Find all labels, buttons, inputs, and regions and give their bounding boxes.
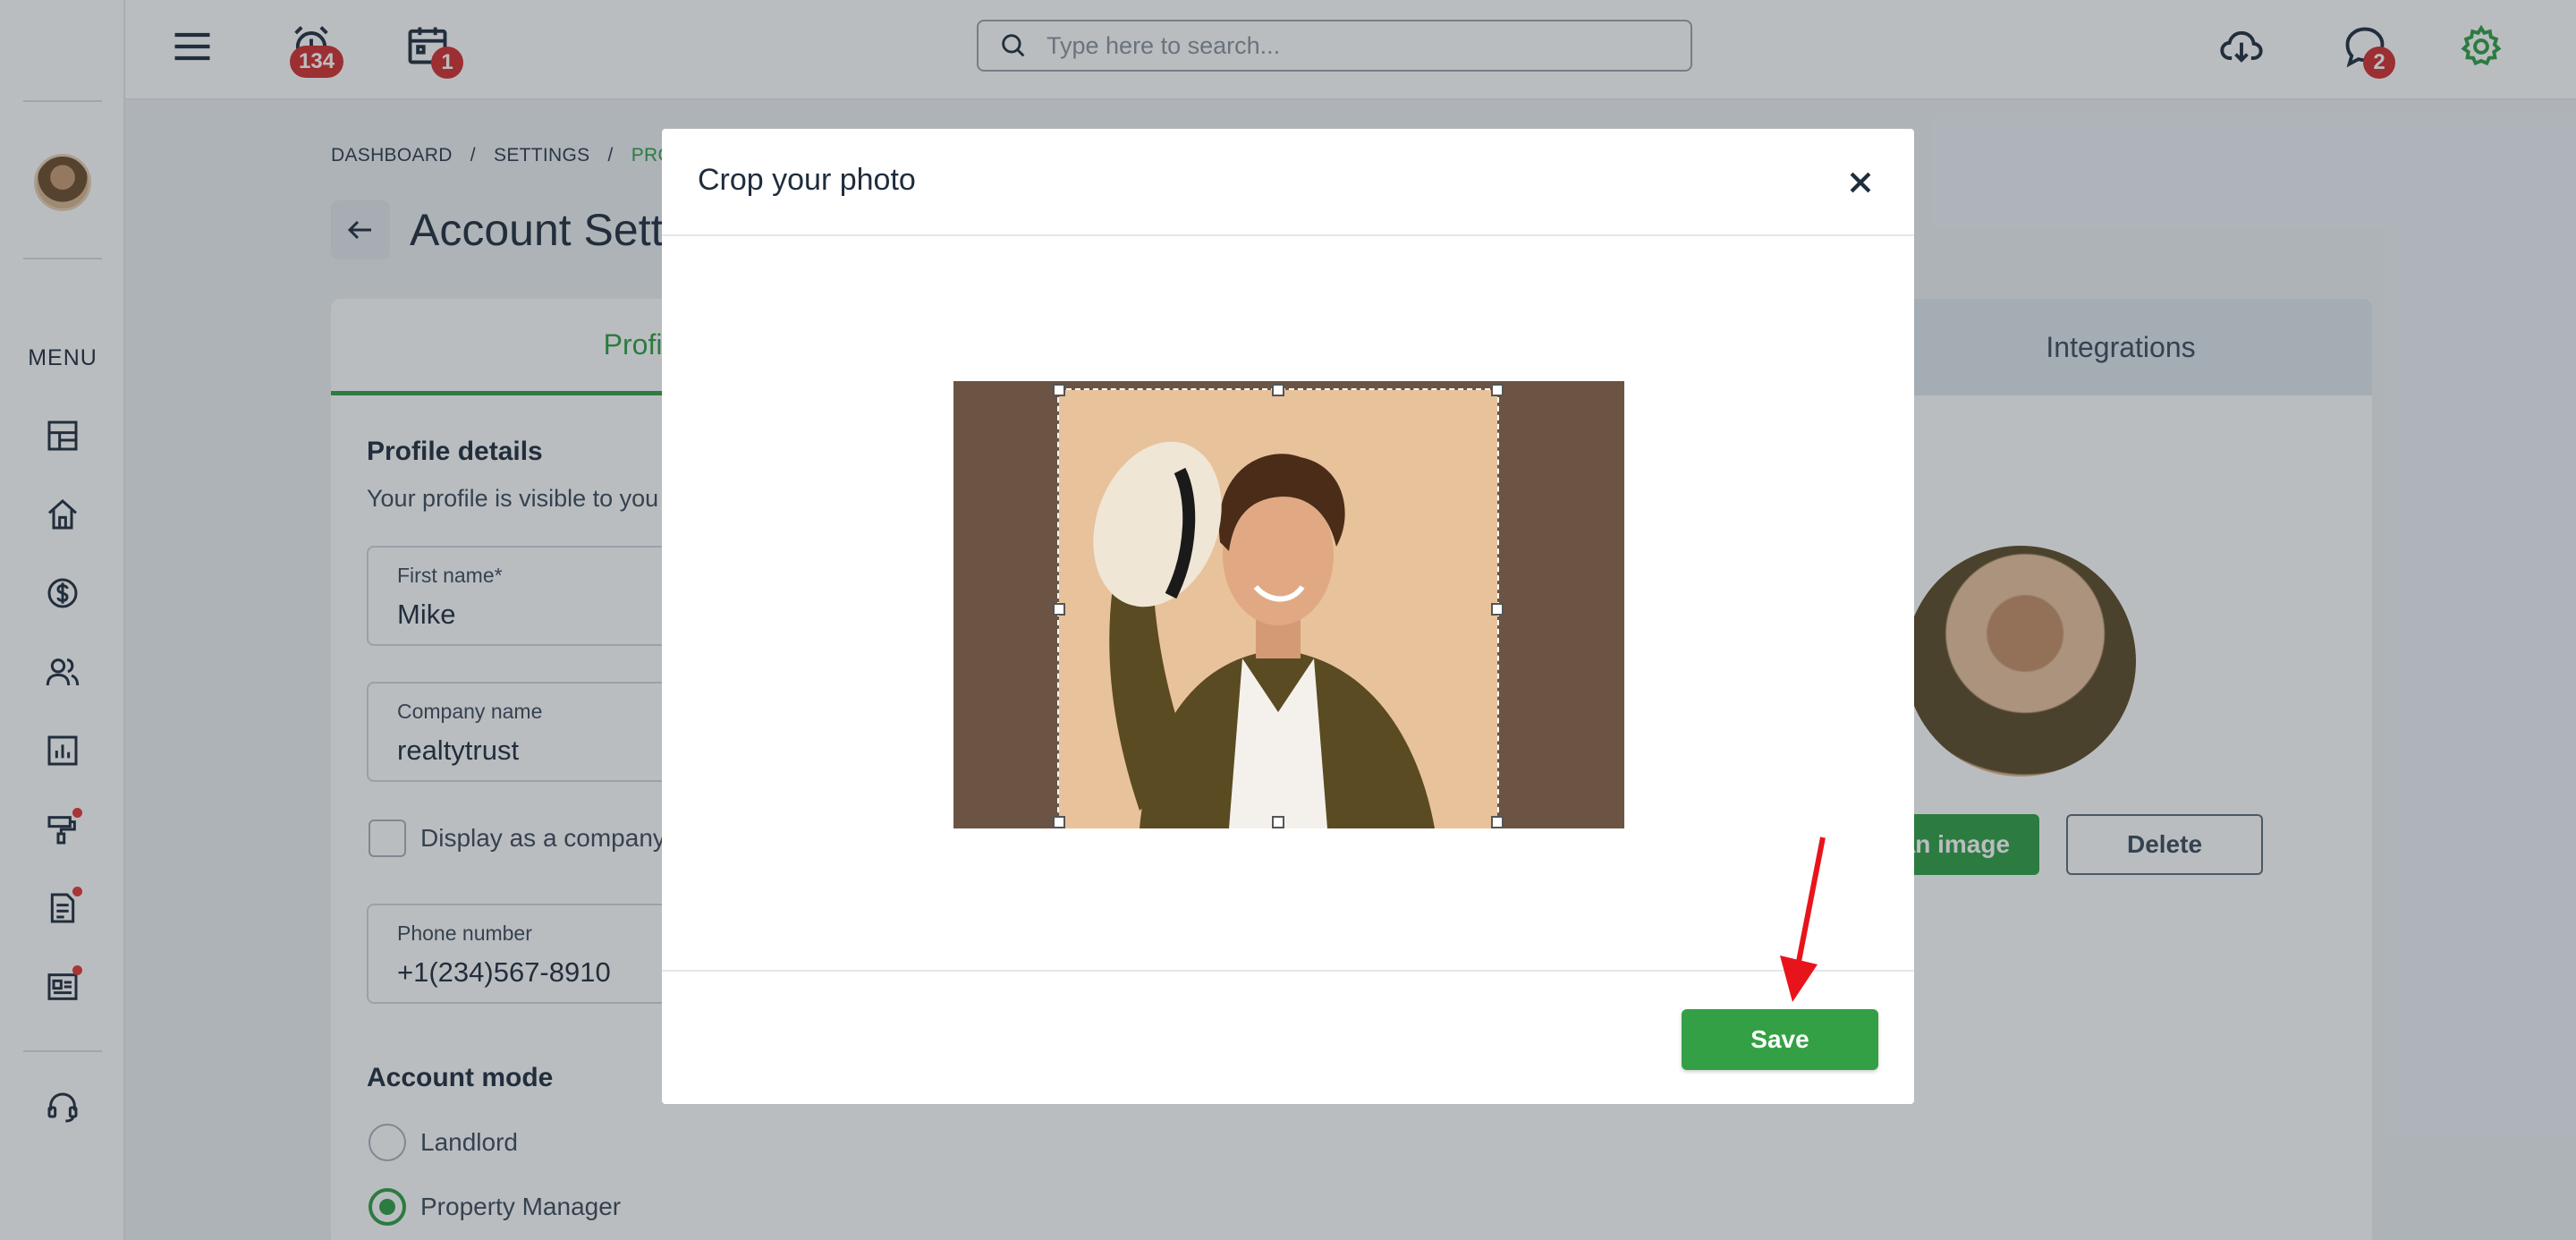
portrait-photo [1059, 390, 1497, 828]
annotation-arrow-icon [1780, 837, 1826, 1002]
crop-handle-top-left[interactable] [1053, 384, 1065, 396]
save-button[interactable]: Save [1682, 1009, 1878, 1070]
crop-handle-bottom-left[interactable] [1053, 816, 1065, 828]
crop-handle-bottom-right[interactable] [1491, 816, 1504, 828]
crop-handle-top[interactable] [1272, 384, 1284, 396]
close-icon [1850, 172, 1871, 193]
close-modal-button[interactable] [1839, 161, 1882, 204]
crop-image[interactable] [953, 381, 1624, 828]
crop-selection[interactable] [1057, 388, 1499, 828]
modal-title: Crop your photo [698, 163, 916, 197]
crop-photo-modal: Crop your photo Save [662, 129, 1914, 1104]
crop-handle-right[interactable] [1491, 603, 1504, 616]
crop-handle-bottom[interactable] [1272, 816, 1284, 828]
crop-handle-left[interactable] [1053, 603, 1065, 616]
crop-handle-top-right[interactable] [1491, 384, 1504, 396]
modal-header: Crop your photo [662, 129, 1914, 236]
